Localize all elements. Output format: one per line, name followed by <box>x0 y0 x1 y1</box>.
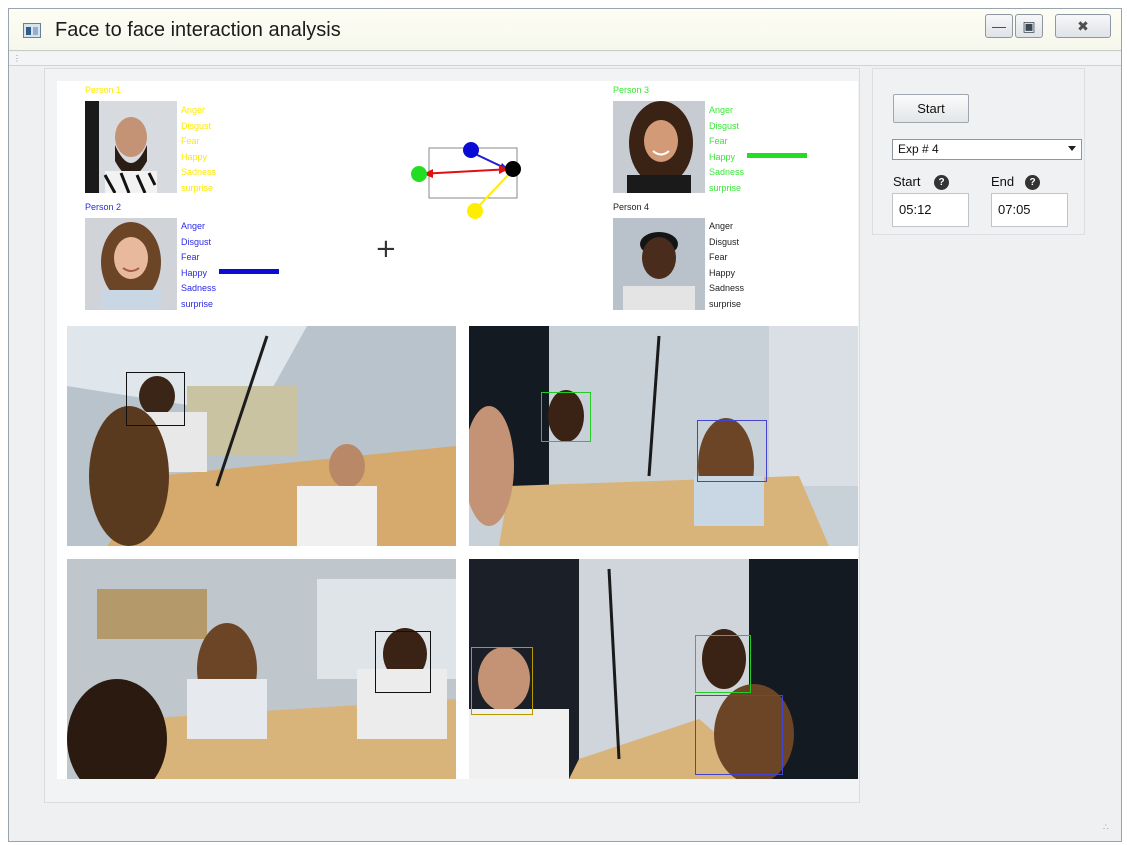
emotion-label: Anger <box>181 105 206 115</box>
person-4-label: Person 4 <box>613 202 650 212</box>
person-4-face <box>613 218 705 310</box>
start-time-label: Start <box>893 174 921 189</box>
crosshair-icon: + <box>375 234 397 264</box>
emotion-label: surprise <box>709 182 742 193</box>
emotion-label: Sadness <box>709 167 745 177</box>
emotion-label: Sadness <box>181 283 217 293</box>
emotion-label: Fear <box>709 136 728 146</box>
start-button[interactable]: Start <box>893 94 969 123</box>
person-1-emotions: Anger Disgust Fear Happy Sadness surpris… <box>181 103 216 196</box>
emotion-label: Happy <box>181 267 208 278</box>
person-3-face <box>613 101 705 193</box>
emotion-label: Disgust <box>181 236 212 247</box>
emotion-label: Anger <box>709 221 734 231</box>
emotion-label: Anger <box>181 221 206 231</box>
camera-view-2 <box>469 326 858 546</box>
face-box <box>126 372 185 426</box>
face-box <box>695 695 783 775</box>
emotion-label: Happy <box>181 151 208 162</box>
emotion-label: Fear <box>181 136 200 146</box>
window-title: Face to face interaction analysis <box>55 19 341 41</box>
emotion-label: Anger <box>709 105 734 115</box>
person-4-emotions: Anger Disgust Fear Happy Sadness surpris… <box>709 219 744 312</box>
face-box <box>697 420 767 482</box>
camera-view-4 <box>469 559 858 779</box>
start-time-field[interactable]: 05:12 <box>892 193 969 227</box>
person-1-face <box>85 101 177 194</box>
analysis-canvas: Person 1 Anger Disgust Fear Happy Sadnes… <box>57 81 858 779</box>
person-1-label: Person 1 <box>85 85 122 95</box>
emotion-label: Fear <box>709 252 728 262</box>
start-help-icon[interactable]: ? <box>934 175 949 190</box>
app-icon <box>23 23 41 38</box>
end-time-label: End <box>991 174 1015 189</box>
maximize-icon: ▣ <box>1022 17 1036 34</box>
camera-view-3 <box>67 559 456 779</box>
title-bar: Face to face interaction analysis — ▣ ✖ <box>9 9 1121 51</box>
face-box <box>695 635 751 693</box>
close-button[interactable]: ✖ <box>1055 14 1111 38</box>
person-2-emotions: Anger Disgust Fear Happy Sadness surpris… <box>181 219 216 312</box>
toolbar-grip-icon[interactable]: ⋮ <box>13 54 21 63</box>
interaction-graph <box>387 138 527 238</box>
emotion-label: Disgust <box>709 236 740 247</box>
emotion-label: Happy <box>709 267 736 278</box>
face-box <box>541 392 591 442</box>
maximize-button[interactable]: ▣ <box>1015 14 1043 38</box>
person-3-happy-bar <box>747 153 807 158</box>
experiment-select-value: Exp # 4 <box>898 142 939 156</box>
experiment-select[interactable]: Exp # 4 <box>892 139 1082 160</box>
face-box <box>471 647 533 715</box>
emotion-label: Fear <box>181 252 200 262</box>
emotion-label: Happy <box>709 151 736 162</box>
person-3-label: Person 3 <box>613 85 650 95</box>
close-icon: ✖ <box>1077 17 1089 34</box>
person-2-label: Person 2 <box>85 202 122 212</box>
face-box <box>375 631 431 693</box>
person-2-face <box>85 218 177 310</box>
person-3-emotions: Anger Disgust Fear Happy Sadness surpris… <box>709 103 744 196</box>
toolbar-strip: ⋮ <box>9 52 1121 66</box>
end-help-icon[interactable]: ? <box>1025 175 1040 190</box>
emotion-label: Sadness <box>709 283 745 293</box>
person-2-happy-bar <box>219 269 279 274</box>
emotion-label: Disgust <box>181 120 212 131</box>
end-time-field[interactable]: 07:05 <box>991 193 1068 227</box>
emotion-label: surprise <box>181 182 214 193</box>
chevron-down-icon <box>1068 146 1076 151</box>
emotion-label: Sadness <box>181 167 217 177</box>
emotion-label: surprise <box>181 298 214 309</box>
resize-grip-icon[interactable]: ∴ <box>1103 822 1109 833</box>
emotion-label: surprise <box>709 298 742 309</box>
minimize-button[interactable]: — <box>985 14 1013 38</box>
emotion-label: Disgust <box>709 120 740 131</box>
minimize-icon: — <box>992 18 1006 34</box>
camera-view-1 <box>67 326 456 546</box>
